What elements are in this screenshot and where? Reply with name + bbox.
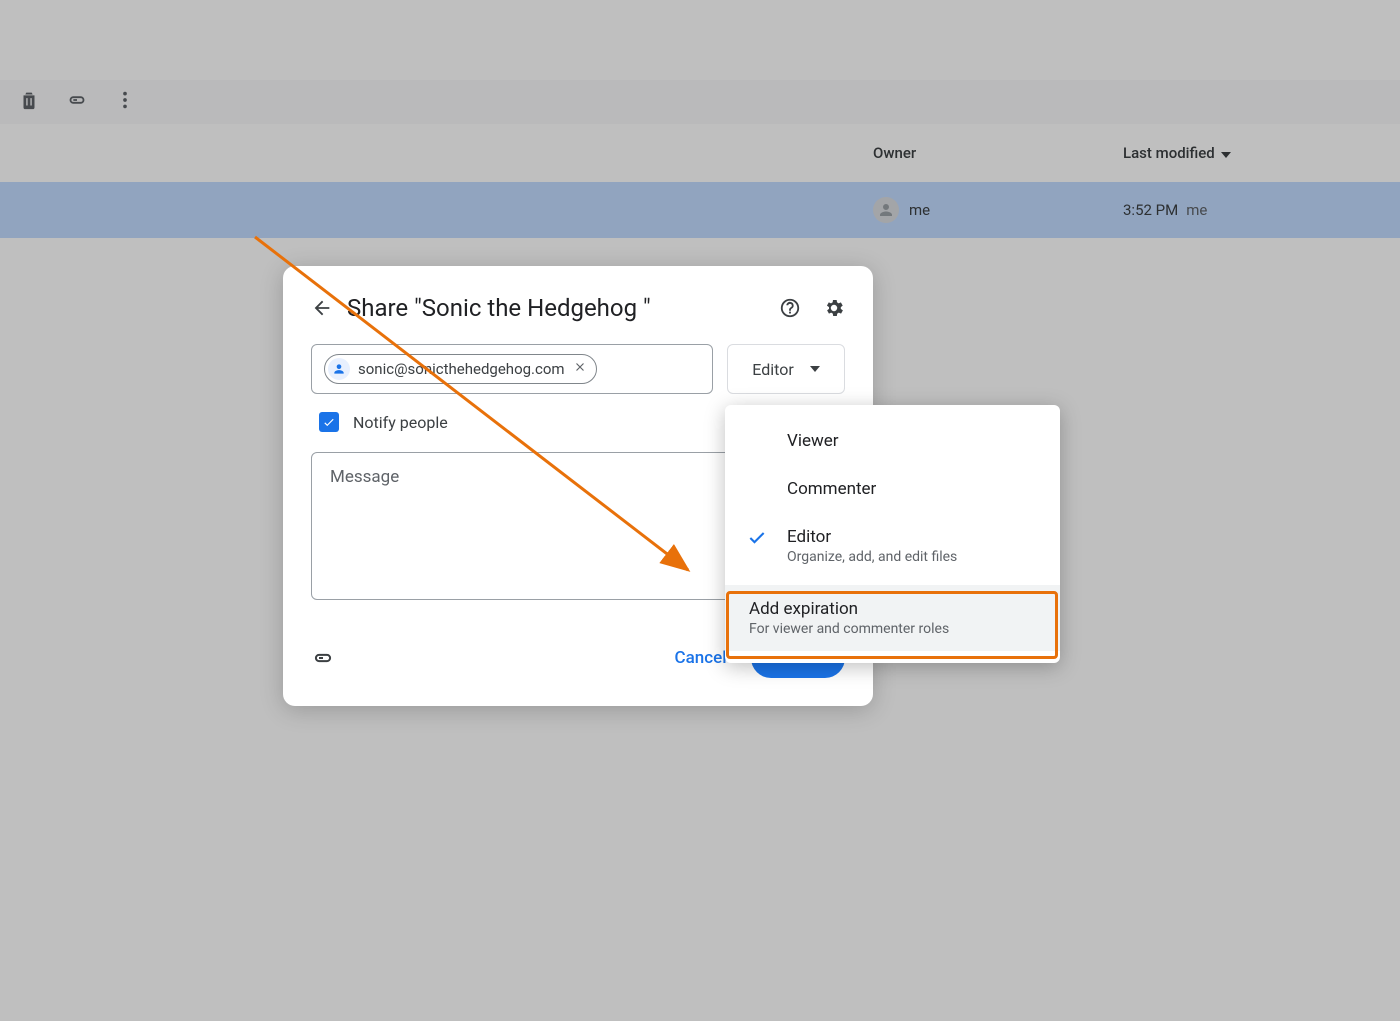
help-icon[interactable] [779, 297, 801, 319]
dialog-title: Share "Sonic the Hedgehog " [347, 294, 765, 322]
add-expiration-option[interactable]: Add expiration For viewer and commenter … [725, 585, 1060, 651]
role-option-viewer[interactable]: Viewer [725, 417, 1060, 465]
editor-sub: Organize, add, and edit files [787, 549, 1036, 565]
role-dropdown[interactable]: Editor [727, 344, 845, 394]
people-input[interactable]: sonic@sonicthehedgehog.com [311, 344, 713, 394]
notify-checkbox[interactable] [319, 412, 339, 432]
chip-email-label: sonic@sonicthehedgehog.com [358, 360, 565, 378]
person-icon [328, 358, 350, 380]
chevron-down-icon [810, 366, 820, 372]
back-arrow-icon[interactable] [311, 297, 333, 319]
role-option-editor[interactable]: Editor Organize, add, and edit files [725, 513, 1060, 579]
chip-remove-icon[interactable] [573, 360, 587, 378]
notify-label: Notify people [353, 413, 448, 432]
copy-link-icon[interactable] [311, 646, 335, 670]
role-option-commenter[interactable]: Commenter [725, 465, 1060, 513]
gear-icon[interactable] [823, 297, 845, 319]
message-placeholder: Message [330, 467, 399, 487]
role-selected-label: Editor [752, 360, 793, 379]
expiration-sub: For viewer and commenter roles [749, 621, 1036, 637]
email-chip[interactable]: sonic@sonicthehedgehog.com [324, 354, 597, 384]
check-icon [747, 528, 767, 553]
role-menu: Viewer Commenter Editor Organize, add, a… [725, 405, 1060, 663]
